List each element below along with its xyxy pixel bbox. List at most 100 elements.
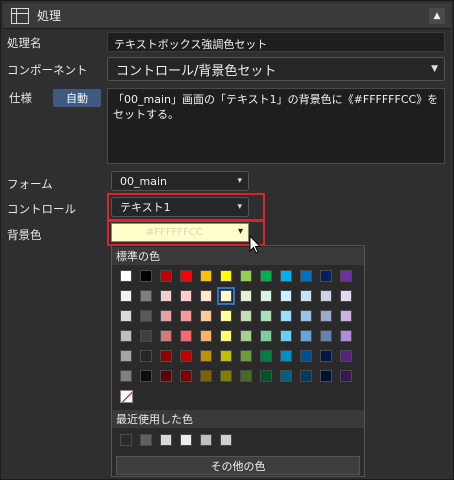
color-swatch[interactable] <box>140 350 152 362</box>
color-swatch[interactable] <box>300 270 312 282</box>
color-swatch[interactable] <box>200 370 212 382</box>
color-swatch[interactable] <box>160 290 172 302</box>
panel-header[interactable]: 処理 ▲ <box>3 3 451 29</box>
color-swatch[interactable] <box>320 350 332 362</box>
color-swatch[interactable] <box>300 290 312 302</box>
chevron-down-icon: ▾ <box>237 202 242 212</box>
color-swatch[interactable] <box>340 310 352 322</box>
color-swatch[interactable] <box>180 350 192 362</box>
color-swatch[interactable] <box>180 290 192 302</box>
color-swatch[interactable] <box>220 270 232 282</box>
color-swatch[interactable] <box>260 270 272 282</box>
color-swatch[interactable] <box>220 350 232 362</box>
color-swatch[interactable] <box>140 290 152 302</box>
color-swatch[interactable] <box>200 350 212 362</box>
color-swatch[interactable] <box>220 370 232 382</box>
color-swatch[interactable] <box>160 270 172 282</box>
color-swatch[interactable] <box>340 330 352 342</box>
recent-color-swatch[interactable] <box>180 434 192 446</box>
process-panel: 処理 ▲ 処理名 テキストボックス強調色セット コンポーネント コントロール/背… <box>0 0 454 480</box>
color-swatch[interactable] <box>160 350 172 362</box>
color-swatch[interactable] <box>200 330 212 342</box>
color-swatch[interactable] <box>260 370 272 382</box>
color-swatch[interactable] <box>340 350 352 362</box>
spec-label: 仕様 <box>9 91 32 105</box>
color-swatch[interactable] <box>320 330 332 342</box>
chevron-down-icon: ▾ <box>237 176 242 186</box>
color-swatch[interactable] <box>140 330 152 342</box>
color-swatch[interactable] <box>280 350 292 362</box>
color-swatch[interactable] <box>340 290 352 302</box>
color-swatch[interactable] <box>240 290 252 302</box>
color-swatch[interactable] <box>260 350 272 362</box>
color-swatch[interactable] <box>160 310 172 322</box>
process-name-input[interactable]: テキストボックス強調色セット <box>107 32 445 52</box>
color-swatch[interactable] <box>120 290 132 302</box>
more-colors-button[interactable]: その他の色 <box>116 456 360 475</box>
color-swatch[interactable] <box>280 270 292 282</box>
recent-color-swatch[interactable] <box>140 434 152 446</box>
control-select[interactable]: テキスト1 ▾ <box>111 197 249 217</box>
form-select[interactable]: 00_main ▾ <box>111 171 249 191</box>
recent-color-swatch[interactable] <box>200 434 212 446</box>
spec-textarea[interactable]: 「00_main」画面の「テキスト1」の背景色に《#FFFFFFCC》をセットす… <box>107 88 445 164</box>
color-swatch[interactable] <box>260 330 272 342</box>
color-swatch[interactable] <box>160 370 172 382</box>
color-swatch[interactable] <box>120 310 132 322</box>
color-swatch[interactable] <box>180 310 192 322</box>
component-select-value: コントロール/背景色セット <box>116 63 277 79</box>
color-swatch[interactable] <box>180 270 192 282</box>
color-swatch[interactable] <box>300 370 312 382</box>
component-select[interactable]: コントロール/背景色セット ▼ <box>107 57 445 81</box>
color-swatch[interactable] <box>140 270 152 282</box>
color-swatch[interactable] <box>120 270 132 282</box>
color-swatch[interactable] <box>320 370 332 382</box>
color-swatch[interactable] <box>280 290 292 302</box>
color-swatch[interactable] <box>180 370 192 382</box>
color-swatch[interactable] <box>140 310 152 322</box>
color-swatch[interactable] <box>240 270 252 282</box>
chevron-up-icon[interactable]: ▲ <box>429 8 445 24</box>
color-swatch[interactable] <box>240 330 252 342</box>
auto-button[interactable]: 自動 <box>53 89 101 107</box>
recent-color-swatch[interactable] <box>220 434 232 446</box>
color-swatch[interactable] <box>340 370 352 382</box>
color-swatch[interactable] <box>120 330 132 342</box>
color-swatch[interactable] <box>300 350 312 362</box>
color-swatch[interactable] <box>320 270 332 282</box>
bgcolor-label: 背景色 <box>7 228 42 242</box>
color-swatch[interactable] <box>280 310 292 322</box>
form-select-value: 00_main <box>120 174 167 188</box>
color-swatch[interactable] <box>200 270 212 282</box>
color-swatch[interactable] <box>300 330 312 342</box>
color-swatch[interactable] <box>240 350 252 362</box>
color-swatch[interactable] <box>220 310 232 322</box>
color-swatch[interactable] <box>200 310 212 322</box>
bgcolor-select[interactable]: #FFFFFFCC ▾ <box>111 223 249 242</box>
color-swatch[interactable] <box>260 290 272 302</box>
form-label: フォーム <box>7 177 53 191</box>
chevron-down-icon: ▼ <box>431 64 438 74</box>
color-swatch[interactable] <box>180 330 192 342</box>
color-swatch[interactable] <box>320 310 332 322</box>
color-swatch[interactable] <box>280 330 292 342</box>
color-swatch[interactable] <box>240 310 252 322</box>
no-color-icon[interactable] <box>120 390 133 403</box>
recent-color-swatch[interactable] <box>160 434 172 446</box>
panel-title: 処理 <box>37 9 62 23</box>
recent-color-swatch[interactable] <box>120 434 132 446</box>
color-swatch[interactable] <box>220 330 232 342</box>
color-swatch[interactable] <box>200 290 212 302</box>
color-swatch[interactable] <box>120 370 132 382</box>
color-swatch[interactable] <box>160 330 172 342</box>
color-swatch[interactable] <box>340 270 352 282</box>
color-swatch[interactable] <box>260 310 272 322</box>
color-swatch[interactable] <box>120 350 132 362</box>
color-swatch[interactable] <box>217 287 235 305</box>
color-swatch[interactable] <box>240 370 252 382</box>
color-swatch[interactable] <box>140 370 152 382</box>
mouse-pointer-icon <box>249 235 262 254</box>
color-swatch[interactable] <box>300 310 312 322</box>
color-swatch[interactable] <box>320 290 332 302</box>
color-swatch[interactable] <box>280 370 292 382</box>
